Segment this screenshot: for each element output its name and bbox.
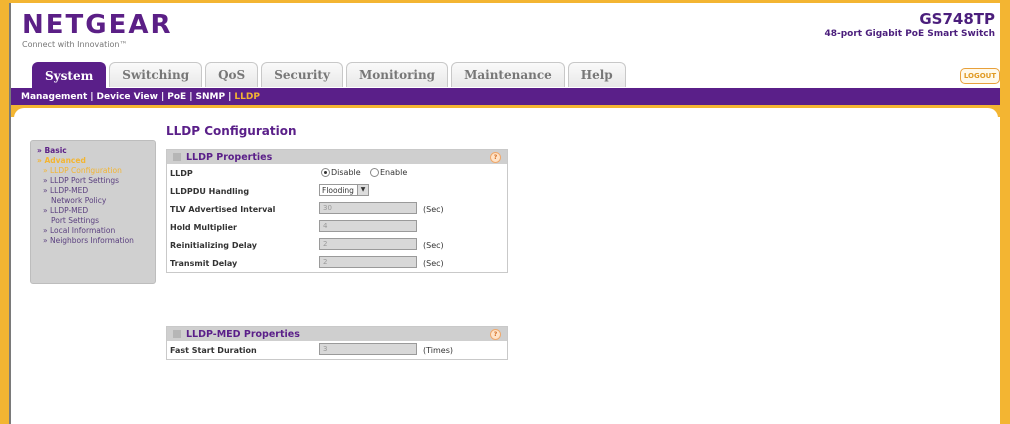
- field-label: LLDPDU Handling: [170, 187, 250, 196]
- tab-monitoring[interactable]: Monitoring: [345, 62, 449, 87]
- tab-system[interactable]: System: [32, 62, 107, 88]
- sidebar-item-lldp-port-settings[interactable]: » LLDP Port Settings: [31, 176, 155, 186]
- lldp-med-properties-panel: LLDP-MED Properties ? Fast Start Duratio…: [166, 326, 508, 360]
- main-tabs: System Switching QoS Security Monitoring…: [32, 62, 626, 88]
- subnav-separator: |: [160, 91, 165, 102]
- unit-label: (Sec): [423, 241, 444, 250]
- tab-maintenance[interactable]: Maintenance: [451, 62, 565, 87]
- radio-label: Disable: [331, 168, 361, 177]
- transmit-delay-input[interactable]: 2: [319, 256, 417, 268]
- field-label: TLV Advertised Interval: [170, 205, 276, 214]
- tab-help[interactable]: Help: [567, 62, 626, 87]
- subnav-poe[interactable]: PoE: [167, 92, 186, 102]
- logout-button[interactable]: LOGOUT: [960, 68, 1000, 84]
- frame-left-border: [0, 0, 9, 424]
- field-label: LLDP: [170, 169, 193, 178]
- sidebar-item-label: » LLDP-MED: [43, 206, 89, 215]
- fast-start-row: Fast Start Duration 3 (Times): [167, 341, 507, 359]
- panel-header: LLDP Properties ?: [167, 150, 507, 164]
- lldp-disable-radio[interactable]: [321, 168, 330, 177]
- panel-title: LLDP-MED Properties: [186, 328, 300, 340]
- tlv-interval-row: TLV Advertised Interval 30 (Sec): [167, 200, 507, 218]
- hold-multiplier-input[interactable]: 4: [319, 220, 417, 232]
- select-value: Flooding: [322, 186, 354, 195]
- tlv-interval-input[interactable]: 30: [319, 202, 417, 214]
- model-description: 48-port Gigabit PoE Smart Switch: [824, 29, 995, 39]
- sidebar-item-label-line2: Port Settings: [51, 216, 100, 225]
- field-label: Transmit Delay: [170, 259, 238, 268]
- frame-right-border: [1000, 0, 1010, 424]
- sidebar-item-advanced[interactable]: » Advanced: [31, 156, 155, 166]
- help-icon[interactable]: ?: [490, 329, 501, 340]
- subnav-separator: |: [189, 91, 193, 102]
- subnav-separator: |: [90, 91, 94, 102]
- collapse-box-icon: [173, 330, 181, 338]
- unit-label: (Sec): [423, 205, 444, 214]
- collapse-box-icon: [173, 153, 181, 161]
- sidebar-item-local-information[interactable]: » Local Information: [31, 226, 155, 236]
- chevron-down-icon: ▼: [357, 185, 368, 195]
- lldp-enable-radio[interactable]: [370, 168, 379, 177]
- subnav-snmp[interactable]: SNMP: [196, 92, 226, 102]
- subnav-separator: |: [228, 91, 232, 102]
- sidebar-item-label-line2: Network Policy: [51, 196, 107, 205]
- unit-label: (Times): [423, 346, 453, 355]
- sidebar-item-basic[interactable]: » Basic: [31, 146, 155, 156]
- sidebar-item-lldp-med-port-settings[interactable]: » LLDP-MED Port Settings: [31, 206, 155, 226]
- sidebar-item-label: » LLDP-MED: [43, 186, 89, 195]
- subnav-device-view[interactable]: Device View: [97, 92, 158, 102]
- tab-qos[interactable]: QoS: [205, 62, 259, 87]
- reinit-delay-row: Reinitializing Delay 2 (Sec): [167, 236, 507, 254]
- subnav-management[interactable]: Management: [21, 92, 87, 102]
- sidebar-item-lldp-med-network-policy[interactable]: » LLDP-MED Network Policy: [31, 186, 155, 206]
- lldp-row: LLDP Disable Enable: [167, 164, 507, 182]
- help-icon[interactable]: ?: [490, 152, 501, 163]
- fast-start-input[interactable]: 3: [319, 343, 417, 355]
- lldpdu-handling-select[interactable]: Flooding ▼: [319, 184, 369, 196]
- logo-tagline: Connect with Innovation™: [22, 40, 128, 49]
- tab-switching[interactable]: Switching: [109, 62, 203, 87]
- field-label: Fast Start Duration: [170, 346, 257, 355]
- page-title: LLDP Configuration: [166, 124, 297, 138]
- model-name: GS748TP: [919, 10, 995, 28]
- field-label: Hold Multiplier: [170, 223, 237, 232]
- sidebar-item-neighbors-information[interactable]: » Neighbors Information: [31, 236, 155, 246]
- sidebar-item-lldp-configuration[interactable]: » LLDP Configuration: [31, 166, 155, 176]
- lldpdu-handling-row: LLDPDU Handling Flooding ▼: [167, 182, 507, 200]
- unit-label: (Sec): [423, 259, 444, 268]
- field-label: Reinitializing Delay: [170, 241, 257, 250]
- hold-multiplier-row: Hold Multiplier 4: [167, 218, 507, 236]
- netgear-logo: NETGEAR: [22, 10, 173, 40]
- subnav-lldp[interactable]: LLDP: [234, 92, 260, 102]
- sidebar: » Basic » Advanced » LLDP Configuration …: [30, 140, 156, 284]
- radio-label: Enable: [380, 168, 408, 177]
- reinit-delay-input[interactable]: 2: [319, 238, 417, 250]
- panel-title: LLDP Properties: [186, 151, 273, 163]
- sub-navigation: Management | Device View | PoE | SNMP | LLDP: [11, 88, 1000, 105]
- lldp-properties-panel: LLDP Properties ? LLDP Disable Enable LL…: [166, 149, 508, 273]
- transmit-delay-row: Transmit Delay 2 (Sec): [167, 254, 507, 272]
- tab-security[interactable]: Security: [261, 62, 343, 87]
- panel-header: LLDP-MED Properties ?: [167, 327, 507, 341]
